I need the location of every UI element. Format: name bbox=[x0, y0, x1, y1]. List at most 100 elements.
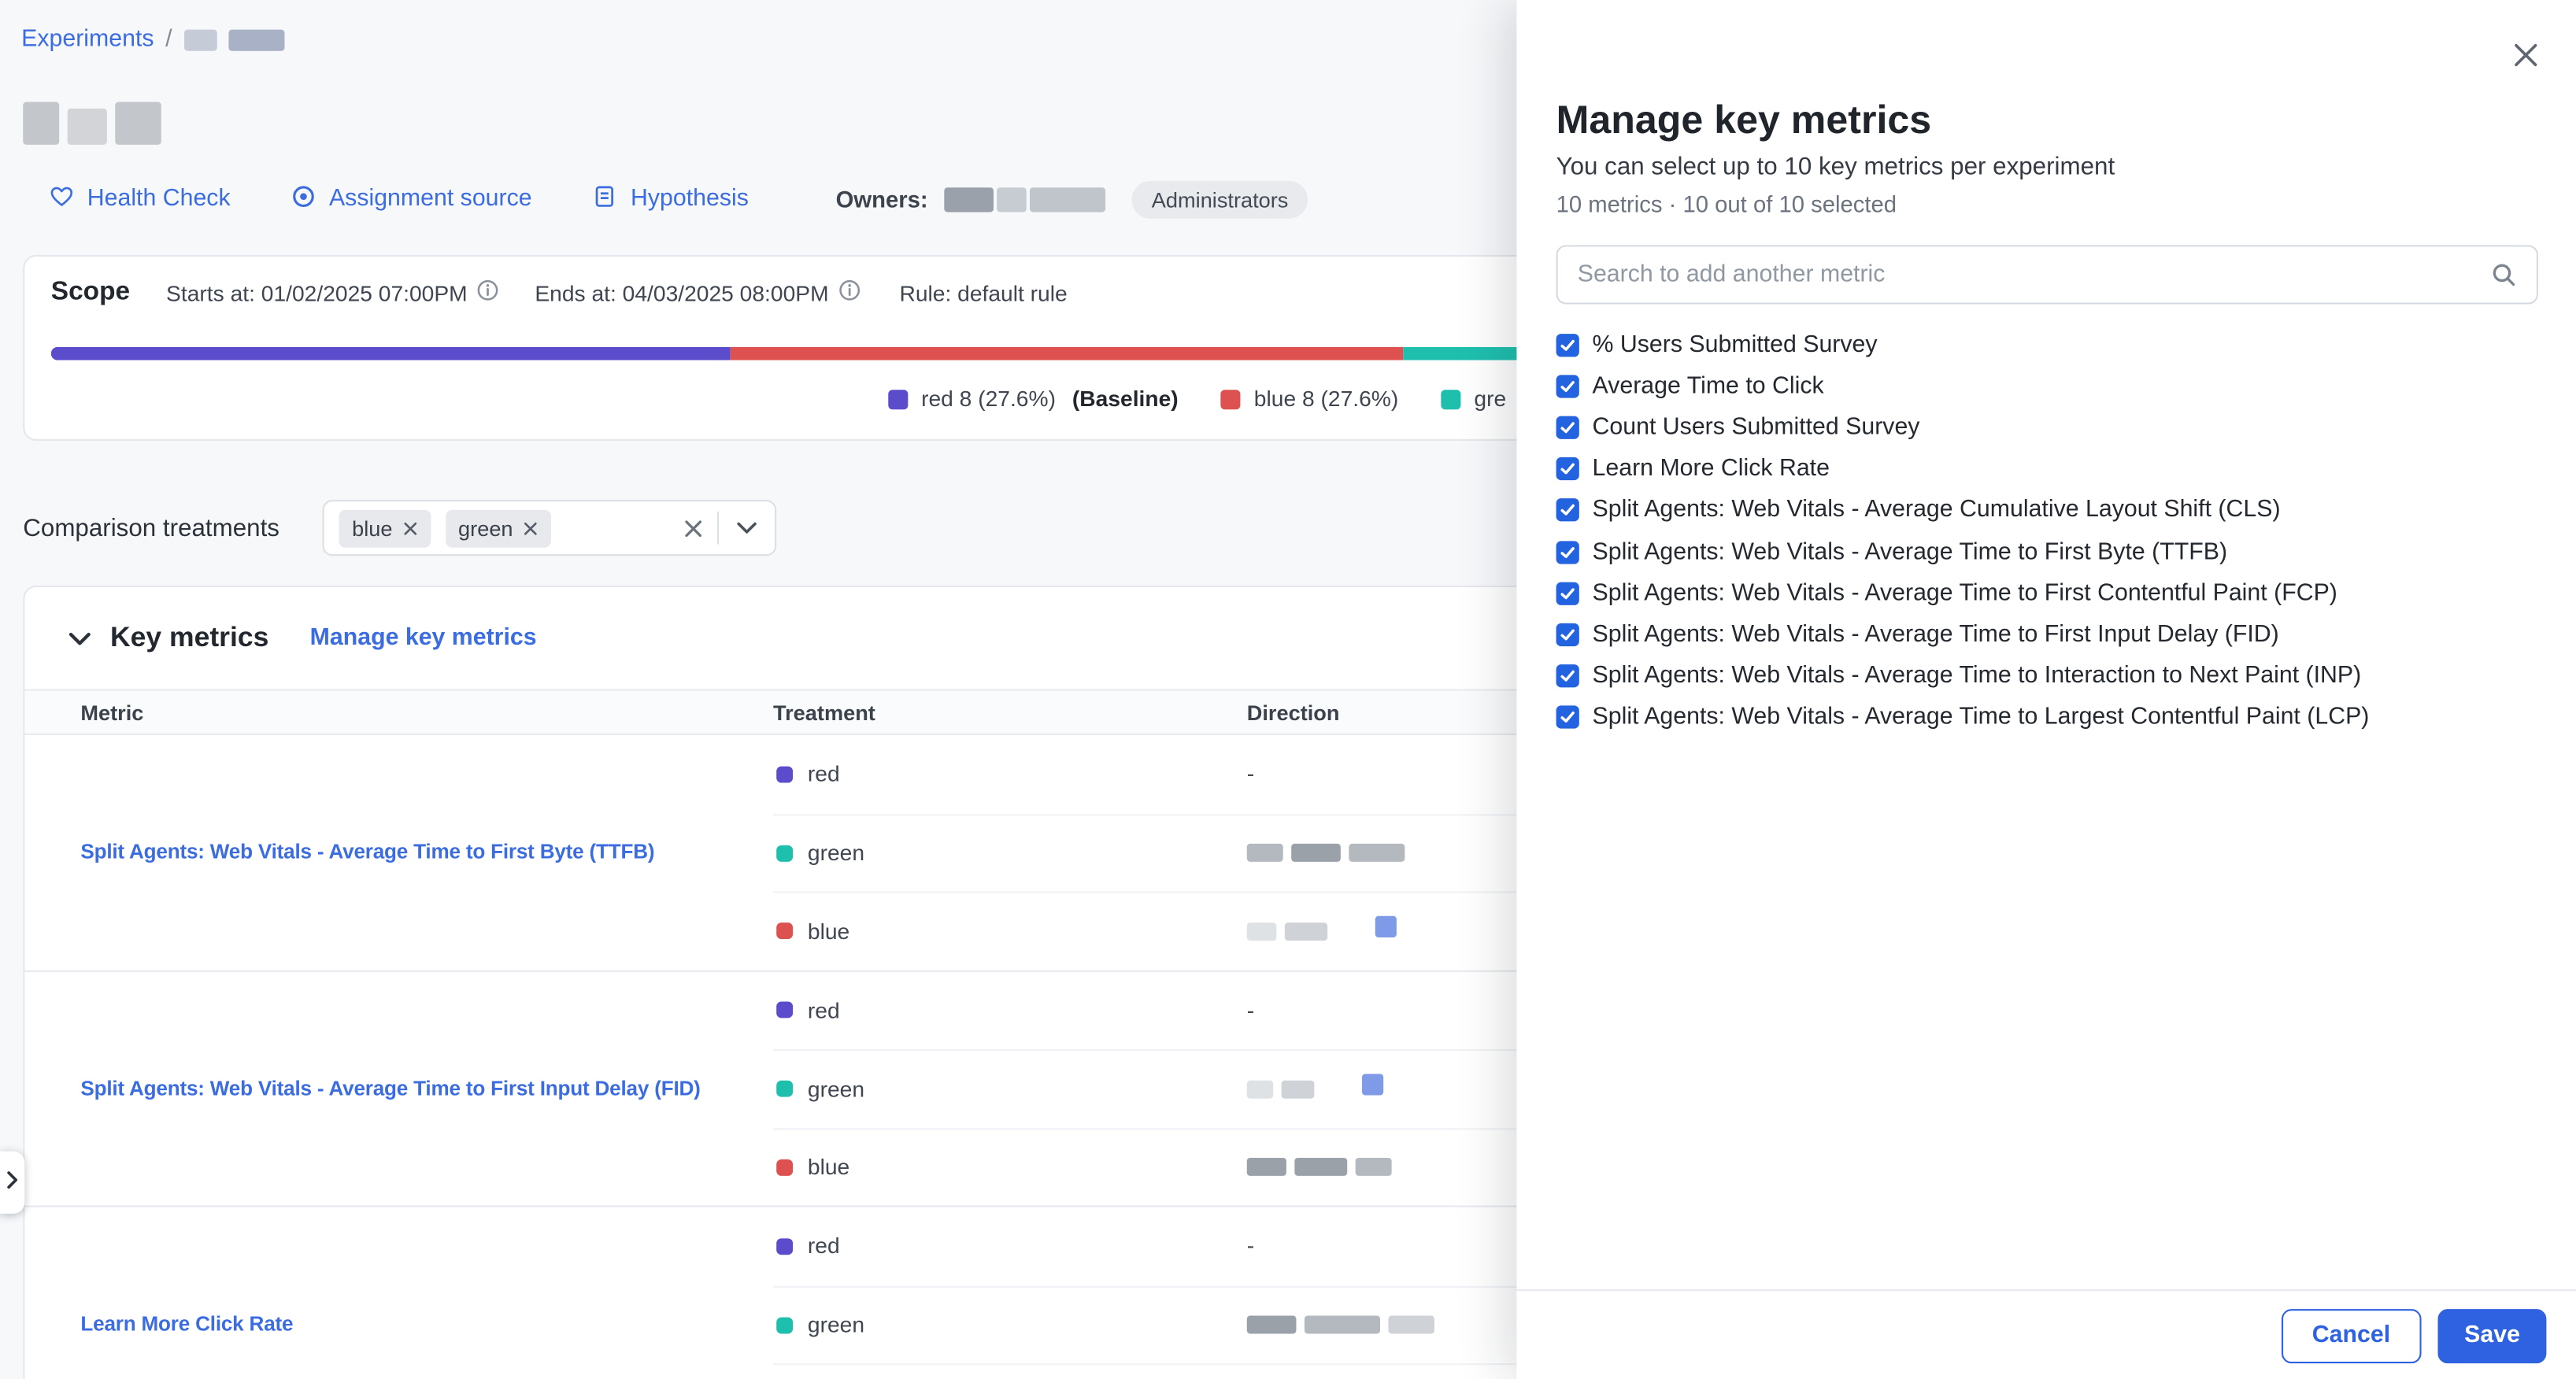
metric-list-item: Split Agents: Web Vitals - Average Time … bbox=[1556, 697, 2537, 738]
treatment-chip-green[interactable]: green bbox=[445, 509, 550, 547]
assignment-source-link[interactable]: Assignment source bbox=[291, 183, 532, 215]
column-header-metric: Metric bbox=[24, 700, 773, 724]
treatment-dot-green bbox=[776, 1317, 793, 1333]
checkbox-checked[interactable] bbox=[1556, 664, 1579, 687]
metric-list-item: Average Time to Click bbox=[1556, 365, 2537, 407]
scope-rule: Rule: default rule bbox=[899, 280, 1067, 305]
metric-link[interactable]: Learn More Click Rate bbox=[24, 1207, 773, 1379]
scope-starts: Starts at: 01/02/2025 07:00PM bbox=[166, 279, 498, 305]
hypothesis-link[interactable]: Hypothesis bbox=[593, 183, 749, 215]
treatment-name: blue bbox=[808, 919, 849, 943]
treatment-dot-green bbox=[776, 1081, 793, 1097]
remove-chip-icon[interactable] bbox=[402, 520, 417, 535]
treatment-name: green bbox=[808, 841, 864, 865]
checkbox-checked[interactable] bbox=[1556, 582, 1579, 604]
panel-title: Manage key metrics bbox=[1556, 98, 1932, 145]
remove-chip-icon[interactable] bbox=[523, 520, 538, 535]
health-check-label: Health Check bbox=[87, 186, 231, 212]
metric-list-item: Split Agents: Web Vitals - Average Time … bbox=[1556, 656, 2537, 697]
treatment-name: red bbox=[808, 1234, 840, 1259]
treatment-name: green bbox=[808, 1077, 864, 1101]
metric-list-item: Split Agents: Web Vitals - Average Time … bbox=[1556, 614, 2537, 656]
breadcrumb: Experiments / bbox=[21, 26, 284, 52]
clear-selection-icon[interactable] bbox=[684, 519, 702, 537]
metric-label: Count Users Submitted Survey bbox=[1593, 414, 1920, 440]
scope-title: Scope bbox=[51, 278, 130, 308]
checkbox-checked[interactable] bbox=[1556, 457, 1579, 480]
metric-list-item: Count Users Submitted Survey bbox=[1556, 407, 2537, 449]
checkbox-checked[interactable] bbox=[1556, 706, 1579, 729]
save-button[interactable]: Save bbox=[2438, 1308, 2547, 1362]
health-check-link[interactable]: Health Check bbox=[50, 183, 231, 215]
chevron-down-icon[interactable] bbox=[734, 518, 760, 538]
metric-search-input[interactable] bbox=[1558, 261, 2491, 287]
baseline-tag: (Baseline) bbox=[1072, 386, 1179, 411]
treatment-name: green bbox=[808, 1313, 864, 1337]
redacted-marker bbox=[1362, 1074, 1383, 1096]
checkbox-checked[interactable] bbox=[1556, 333, 1579, 356]
comparison-treatments-select[interactable]: blue green bbox=[323, 500, 777, 556]
treatment-dot-green bbox=[776, 845, 793, 861]
sidebar-expand-tab[interactable] bbox=[0, 1152, 24, 1214]
treatment-name: red bbox=[808, 998, 840, 1022]
allocation-segment-red bbox=[51, 347, 731, 360]
checkbox-checked[interactable] bbox=[1556, 540, 1579, 563]
experiment-title-redacted bbox=[23, 102, 161, 145]
manage-key-metrics-panel: Manage key metrics You can select up to … bbox=[1516, 0, 2576, 1379]
column-header-treatment: Treatment bbox=[773, 700, 1247, 724]
panel-subtitle: You can select up to 10 key metrics per … bbox=[1556, 153, 2115, 181]
close-icon[interactable] bbox=[2510, 39, 2540, 69]
collapse-chevron-icon[interactable] bbox=[69, 630, 91, 645]
metric-list-item: Split Agents: Web Vitals - Average Cumul… bbox=[1556, 490, 2537, 531]
treatment-name: red bbox=[808, 762, 840, 786]
legend-item-red: red 8 (27.6%) (Baseline) bbox=[888, 386, 1178, 411]
checkbox-checked[interactable] bbox=[1556, 416, 1579, 439]
metric-link[interactable]: Split Agents: Web Vitals - Average Time … bbox=[24, 735, 773, 970]
manage-key-metrics-link[interactable]: Manage key metrics bbox=[310, 625, 537, 651]
cancel-button[interactable]: Cancel bbox=[2281, 1308, 2422, 1362]
panel-footer: Cancel Save bbox=[1516, 1289, 2576, 1379]
comparison-treatments-row: Comparison treatments blue green bbox=[23, 500, 776, 556]
metric-label: Average Time to Click bbox=[1593, 373, 1824, 399]
checkbox-checked[interactable] bbox=[1556, 499, 1579, 522]
legend-item-blue: blue 8 (27.6%) bbox=[1221, 386, 1398, 411]
heart-icon bbox=[50, 183, 74, 215]
scope-ends: Ends at: 04/03/2025 08:00PM bbox=[535, 279, 860, 305]
treatment-dot-red bbox=[776, 1002, 793, 1019]
document-icon bbox=[593, 183, 617, 215]
breadcrumb-separator: / bbox=[165, 26, 172, 52]
assignment-source-label: Assignment source bbox=[329, 186, 532, 212]
treatment-dot-red bbox=[776, 1238, 793, 1255]
metric-list-item: Split Agents: Web Vitals - Average Time … bbox=[1556, 531, 2537, 573]
treatment-dot-blue bbox=[776, 923, 793, 940]
info-icon[interactable] bbox=[477, 279, 498, 305]
metric-label: Split Agents: Web Vitals - Average Time … bbox=[1593, 538, 2228, 564]
metric-list-item: Split Agents: Web Vitals - Average Time … bbox=[1556, 572, 2537, 614]
breadcrumb-experiments-link[interactable]: Experiments bbox=[21, 26, 154, 52]
checkbox-checked[interactable] bbox=[1556, 375, 1579, 397]
chevron-right-icon bbox=[6, 1167, 18, 1197]
metric-checkbox-list: % Users Submitted Survey Average Time to… bbox=[1556, 324, 2537, 738]
comparison-treatments-label: Comparison treatments bbox=[23, 514, 322, 542]
metric-label: Split Agents: Web Vitals - Average Time … bbox=[1593, 704, 2370, 730]
legend-swatch-red bbox=[888, 389, 908, 409]
metric-label: Split Agents: Web Vitals - Average Time … bbox=[1593, 663, 2362, 689]
breadcrumb-redacted-block bbox=[183, 29, 217, 50]
metric-label: Split Agents: Web Vitals - Average Time … bbox=[1593, 580, 2337, 606]
metric-label: Learn More Click Rate bbox=[1593, 456, 1830, 482]
search-icon bbox=[2490, 261, 2516, 287]
redacted-marker bbox=[1375, 916, 1397, 937]
checkbox-checked[interactable] bbox=[1556, 623, 1579, 646]
metric-label: % Users Submitted Survey bbox=[1593, 331, 1878, 357]
info-icon[interactable] bbox=[838, 279, 860, 305]
treatment-chip-blue[interactable]: blue bbox=[339, 509, 430, 547]
breadcrumb-redacted-block bbox=[228, 29, 284, 50]
allocation-segment-blue bbox=[731, 347, 1404, 360]
owners-label: Owners: bbox=[836, 186, 928, 212]
treatment-dot-red bbox=[776, 766, 793, 782]
select-divider bbox=[717, 512, 719, 545]
allocation-legend: red 8 (27.6%) (Baseline) blue 8 (27.6%) … bbox=[888, 386, 1506, 411]
metrics-count-summary: 10 metrics · 10 out of 10 selected bbox=[1556, 190, 1897, 216]
metric-link[interactable]: Split Agents: Web Vitals - Average Time … bbox=[24, 971, 773, 1206]
administrators-badge: Administrators bbox=[1132, 180, 1308, 218]
